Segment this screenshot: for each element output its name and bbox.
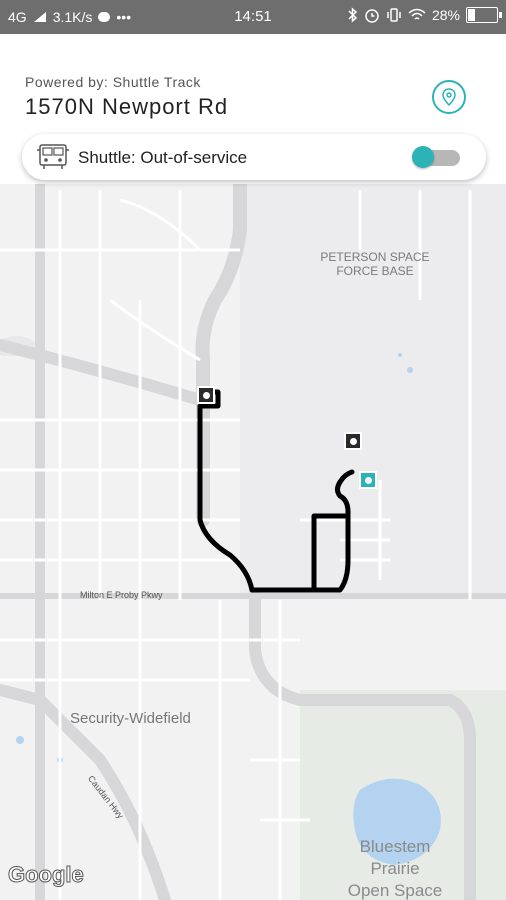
label-bluestem: Bluestem Prairie Open Space xyxy=(347,837,443,900)
shuttle-status-label: Shuttle: Out-of-service xyxy=(78,148,248,167)
bluetooth-icon xyxy=(348,7,358,23)
map-pin-icon xyxy=(442,88,456,106)
alarm-icon xyxy=(365,9,379,23)
stop-marker-1[interactable] xyxy=(197,386,215,404)
toggle-knob xyxy=(412,146,434,168)
stop-marker-current[interactable] xyxy=(359,471,377,489)
map-view[interactable]: PETERSON SPACE FORCE BASE Milton E Proby… xyxy=(0,164,506,900)
bus-icon xyxy=(37,144,69,169)
battery-percent: 28% xyxy=(431,7,460,23)
powered-by-label: Powered by: Shuttle Track xyxy=(25,74,201,90)
status-bar: 4G 3.1K/s ••• 14:51 28% xyxy=(0,0,506,34)
label-milton: Milton E Proby Pkwy xyxy=(80,590,163,600)
wifi-icon xyxy=(408,8,426,20)
battery-icon xyxy=(466,7,502,23)
address-title: 1570N Newport Rd xyxy=(25,94,229,119)
stop-marker-2[interactable] xyxy=(344,432,362,450)
shuttle-status-card: Shuttle: Out-of-service xyxy=(22,134,486,180)
route-line xyxy=(197,389,355,593)
shuttle-toggle[interactable] xyxy=(412,144,460,170)
google-logo: Google xyxy=(8,862,85,888)
vibrate-icon xyxy=(387,8,401,22)
location-button[interactable] xyxy=(432,80,466,114)
label-peterson: PETERSON SPACE FORCE BASE xyxy=(320,250,430,278)
label-security-widefield: Security-Widefield xyxy=(70,710,191,727)
